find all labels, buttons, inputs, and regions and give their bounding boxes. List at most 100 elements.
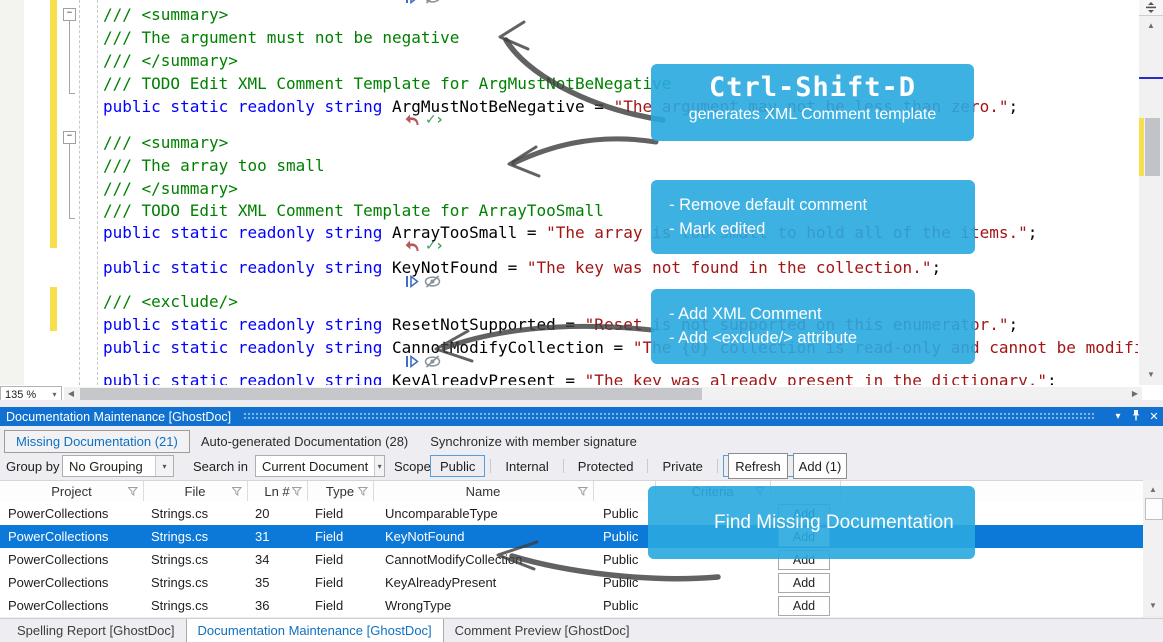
search-in-value: Current Document bbox=[256, 459, 374, 474]
callout-exclude-actions: - Add XML Comment- Add <exclude/> attrib… bbox=[651, 289, 975, 364]
vertical-scrollbar-thumb[interactable] bbox=[1145, 118, 1160, 176]
doc-play-icon[interactable] bbox=[405, 355, 419, 368]
bottom-tab-2[interactable]: Documentation Maintenance [GhostDoc] bbox=[186, 619, 444, 642]
cell-criteria bbox=[663, 594, 770, 617]
code-line[interactable]: /// <summary> bbox=[103, 131, 228, 154]
code-line[interactable]: /// <summary> bbox=[103, 3, 228, 26]
ghostdoc-glyph-row: ✓› bbox=[405, 112, 443, 128]
filter-funnel-icon[interactable] bbox=[128, 487, 138, 496]
code-line[interactable]: public static readonly string KeyAlready… bbox=[103, 369, 1057, 385]
code-line[interactable]: /// TODO Edit XML Comment Template for A… bbox=[103, 72, 671, 95]
table-vertical-scrollbar[interactable]: ▲ ▼ bbox=[1143, 480, 1163, 616]
cell-ln: 34 bbox=[255, 548, 307, 571]
panel-tab-3[interactable]: Synchronize with member signature bbox=[419, 431, 648, 452]
close-icon[interactable]: ✕ bbox=[1145, 410, 1163, 423]
scope-toggle-protected[interactable]: Protected bbox=[569, 456, 643, 476]
window-position-icon[interactable]: ▾ bbox=[1109, 411, 1127, 422]
splitter-grip-icon bbox=[1145, 2, 1157, 13]
titlebar-drag-texture bbox=[243, 412, 1095, 421]
cell-scope: Public bbox=[603, 594, 655, 617]
column-header-name[interactable]: Name bbox=[373, 481, 594, 501]
undo-icon[interactable] bbox=[405, 113, 420, 127]
check-next-icon[interactable]: ✓› bbox=[425, 113, 443, 127]
code-line[interactable]: /// <exclude/> bbox=[103, 290, 238, 313]
cell-name: KeyNotFound bbox=[385, 525, 593, 548]
undo-icon[interactable] bbox=[405, 239, 420, 253]
splitter-handle[interactable] bbox=[1139, 0, 1163, 16]
code-line[interactable]: /// The argument must not be negative bbox=[103, 26, 459, 49]
table-row[interactable]: PowerCollectionsStrings.cs36FieldWrongTy… bbox=[0, 594, 1143, 617]
code-line[interactable]: public static readonly string CannotModi… bbox=[103, 336, 1138, 359]
filter-funnel-icon[interactable] bbox=[232, 487, 242, 496]
panel-tab-1[interactable]: Missing Documentation (21) bbox=[4, 430, 190, 453]
scroll-up-icon[interactable]: ▲ bbox=[1144, 19, 1158, 33]
scope-toggle-public[interactable]: Public bbox=[430, 455, 485, 477]
tool-window-titlebar[interactable]: Documentation Maintenance [GhostDoc] ▾ ✕ bbox=[0, 407, 1163, 426]
scroll-up-icon[interactable]: ▲ bbox=[1143, 483, 1163, 497]
add-button[interactable]: Add bbox=[778, 573, 830, 593]
separator bbox=[647, 459, 648, 473]
eye-off-icon[interactable] bbox=[424, 355, 441, 368]
scroll-right-icon[interactable]: ▶ bbox=[1128, 387, 1142, 401]
scroll-down-icon[interactable]: ▼ bbox=[1144, 368, 1158, 382]
scroll-down-icon[interactable]: ▼ bbox=[1143, 599, 1163, 613]
callout-edited-actions: - Remove default comment- Mark edited bbox=[651, 180, 975, 254]
changed-lines-scroll-marker bbox=[1139, 118, 1144, 176]
code-line[interactable]: /// </summary> bbox=[103, 177, 238, 200]
cell-scope: Public bbox=[603, 571, 655, 594]
scope-toggle-private[interactable]: Private bbox=[653, 456, 711, 476]
cell-file: Strings.cs bbox=[151, 571, 247, 594]
code-editor[interactable]: − − /// <summary>/// The argument must n… bbox=[0, 0, 1163, 400]
cell-name: CannotModifyCollection bbox=[385, 548, 593, 571]
refresh-button[interactable]: Refresh bbox=[728, 453, 788, 479]
table-row[interactable]: PowerCollectionsStrings.cs35FieldKeyAlre… bbox=[0, 571, 1143, 594]
pin-icon[interactable] bbox=[1127, 409, 1145, 424]
ide-window: − − /// <summary>/// The argument must n… bbox=[0, 0, 1163, 642]
check-next-icon[interactable]: ✓› bbox=[425, 239, 443, 253]
panel-tab-2[interactable]: Auto-generated Documentation (28) bbox=[190, 431, 419, 452]
column-header-project[interactable]: Project bbox=[0, 481, 144, 501]
column-header-scope[interactable] bbox=[593, 481, 656, 501]
bottom-tab-3[interactable]: Comment Preview [GhostDoc] bbox=[444, 619, 641, 642]
code-line[interactable]: public static readonly string KeyNotFoun… bbox=[103, 256, 941, 279]
bottom-tab-1[interactable]: Spelling Report [GhostDoc] bbox=[6, 619, 186, 642]
filter-funnel-icon[interactable] bbox=[358, 487, 368, 496]
cell-file: Strings.cs bbox=[151, 548, 247, 571]
cell-name: UncomparableType bbox=[385, 502, 593, 525]
ghostdoc-glyph-row bbox=[405, 0, 441, 5]
code-line[interactable]: /// The array too small bbox=[103, 154, 325, 177]
cell-file: Strings.cs bbox=[151, 525, 247, 548]
separator bbox=[717, 459, 718, 473]
search-in-select[interactable]: Current Document ▾ bbox=[255, 455, 385, 477]
cell-project: PowerCollections bbox=[8, 502, 143, 525]
editor-bottom-bar: 135 % ▾ ◀ ▶ bbox=[0, 386, 1163, 401]
cell-name: WrongType bbox=[385, 594, 593, 617]
chevron-down-icon: ▾ bbox=[374, 456, 384, 476]
add-button[interactable]: Add bbox=[778, 596, 830, 616]
vertical-scrollbar[interactable]: ▲ ▼ bbox=[1139, 0, 1163, 385]
documentation-maintenance-panel: Documentation Maintenance [GhostDoc] ▾ ✕… bbox=[0, 400, 1163, 618]
doc-play-icon[interactable] bbox=[405, 0, 419, 4]
separator bbox=[490, 459, 491, 473]
horizontal-scrollbar[interactable]: ◀ ▶ bbox=[64, 387, 1142, 401]
callout-keyboard-shortcut: Ctrl-Shift-D generates XML Comment templ… bbox=[651, 64, 974, 141]
filter-funnel-icon[interactable] bbox=[578, 487, 588, 496]
scope-toggle-internal[interactable]: Internal bbox=[496, 456, 557, 476]
eye-off-icon[interactable] bbox=[424, 0, 441, 4]
group-by-select[interactable]: No Grouping ▾ bbox=[62, 455, 174, 477]
search-in-label: Search in bbox=[193, 459, 248, 474]
filter-toolbar: Group by No Grouping ▾ Search in Current… bbox=[0, 453, 1163, 480]
shortcut-title: Ctrl-Shift-D bbox=[651, 73, 974, 103]
eye-off-icon[interactable] bbox=[424, 275, 441, 288]
code-line[interactable]: /// TODO Edit XML Comment Template for A… bbox=[103, 199, 604, 222]
doc-play-icon[interactable] bbox=[405, 275, 419, 288]
caret-position-marker bbox=[1139, 77, 1163, 79]
table-scrollbar-thumb[interactable] bbox=[1145, 498, 1163, 520]
add-selected-button[interactable]: Add (1) bbox=[793, 453, 847, 479]
code-line[interactable]: /// </summary> bbox=[103, 49, 238, 72]
scroll-left-icon[interactable]: ◀ bbox=[64, 387, 78, 401]
filter-funnel-icon[interactable] bbox=[292, 487, 302, 496]
horizontal-scrollbar-thumb[interactable] bbox=[80, 388, 702, 400]
cell-type: Field bbox=[315, 502, 373, 525]
chevron-down-icon[interactable]: ▾ bbox=[48, 390, 61, 399]
